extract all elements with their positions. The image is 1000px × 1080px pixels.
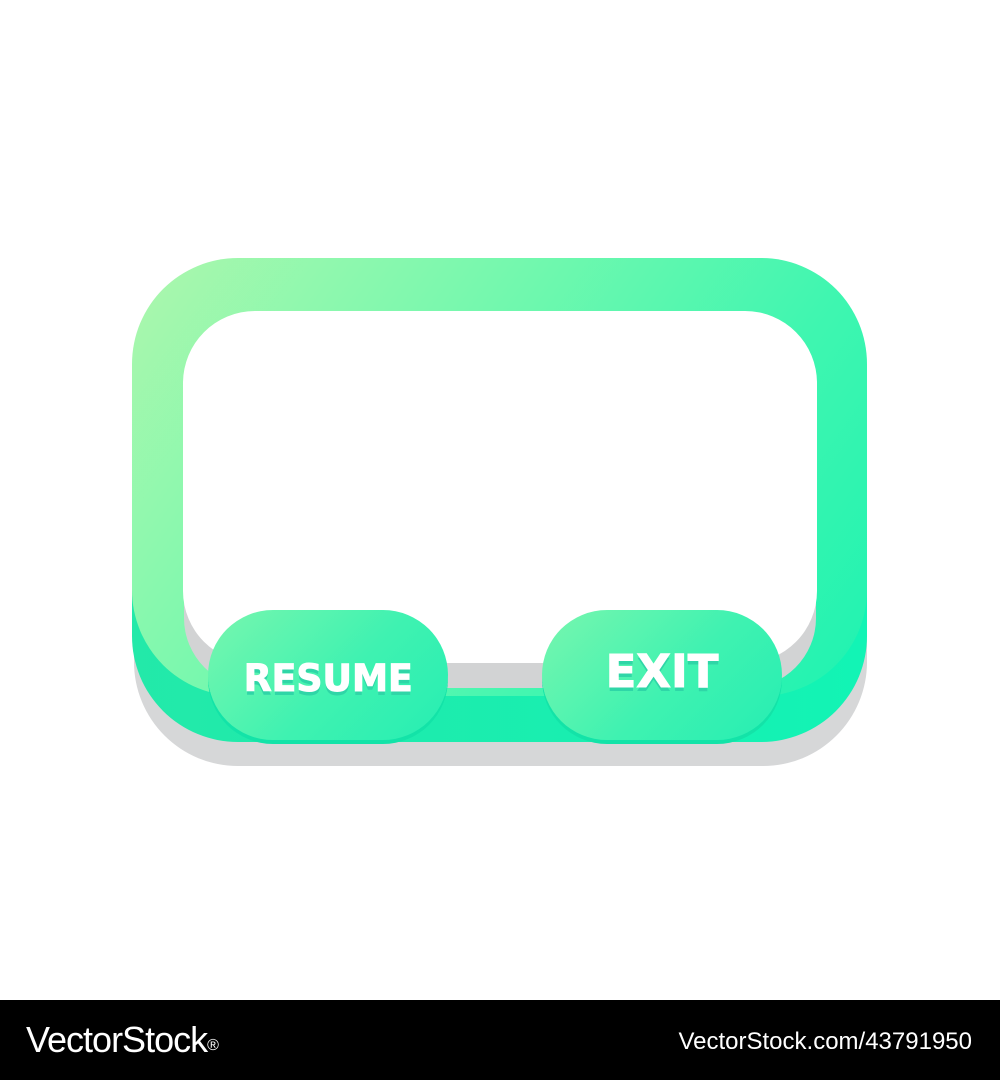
image-credit: VectorStock.com/43791950 (678, 1028, 972, 1055)
game-screen: RESUME EXIT (0, 0, 1000, 1000)
brand-name: VectorStock (26, 1019, 208, 1060)
watermark-footer: VectorStock® VectorStock.com/43791950 (0, 1000, 1000, 1080)
brand-registered-mark: ® (207, 1037, 219, 1054)
resume-button[interactable]: RESUME (208, 610, 448, 740)
exit-button[interactable]: EXIT (542, 610, 782, 740)
resume-button-label: RESUME (243, 656, 413, 700)
brand-logo: VectorStock® (26, 1018, 219, 1062)
exit-button-label: EXIT (605, 644, 719, 698)
